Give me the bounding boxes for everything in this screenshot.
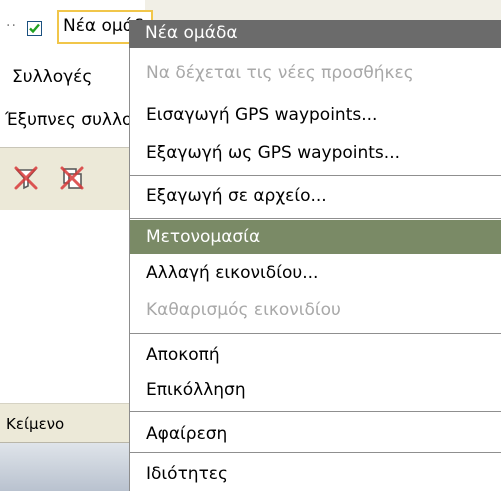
tree-connector: ·· [6,18,17,34]
bottom-panel [0,443,145,491]
menu-item-cut[interactable]: Αποκοπή [130,338,501,372]
menu-item-rename[interactable]: Μετονομασία [130,220,501,254]
menu-item-accept-new[interactable]: Να δέχεται τις νέες προσθήκες [130,56,501,90]
menu-item-clear-icon[interactable]: Καθαρισμός εικονιδίου [130,293,501,327]
menu-item-paste[interactable]: Επικόλληση [130,373,501,407]
checkmark-icon [29,23,40,34]
menu-separator [130,175,501,176]
sidebar-toolbar [0,147,145,211]
menu-separator [130,411,501,412]
menu-item-export-file[interactable]: Εξαγωγή σε αρχείο... [130,179,501,213]
menu-item-properties[interactable]: Ιδιότητες [130,457,501,491]
menu-title: Νέα ομάδα [129,20,501,48]
sidebar-empty-area [0,210,145,403]
node-checkbox[interactable] [27,21,42,36]
tree-node-row[interactable]: ·· Νέα ομάδα [0,8,153,48]
copy-remove-icon[interactable] [58,164,86,192]
sidebar-item-collections[interactable]: Συλλογές [12,67,145,87]
sidebar-item-smart-collections[interactable]: Έξυπνες συλλογές [5,110,145,130]
menu-separator [130,452,501,453]
column-header[interactable]: Κείμενο [0,403,145,443]
menu-item-remove[interactable]: Αφαίρεση [130,417,501,451]
menu-item-change-icon[interactable]: Αλλαγή εικονιδίου... [130,256,501,290]
menu-separator [130,333,501,334]
filter-remove-icon[interactable] [12,164,40,192]
menu-item-export-gps[interactable]: Εξαγωγή ως GPS waypoints... [130,136,501,170]
context-menu: Να δέχεται τις νέες προσθήκες Εισαγωγή G… [129,48,501,491]
menu-separator [130,218,501,219]
menu-item-import-gps[interactable]: Εισαγωγή GPS waypoints... [130,98,501,132]
